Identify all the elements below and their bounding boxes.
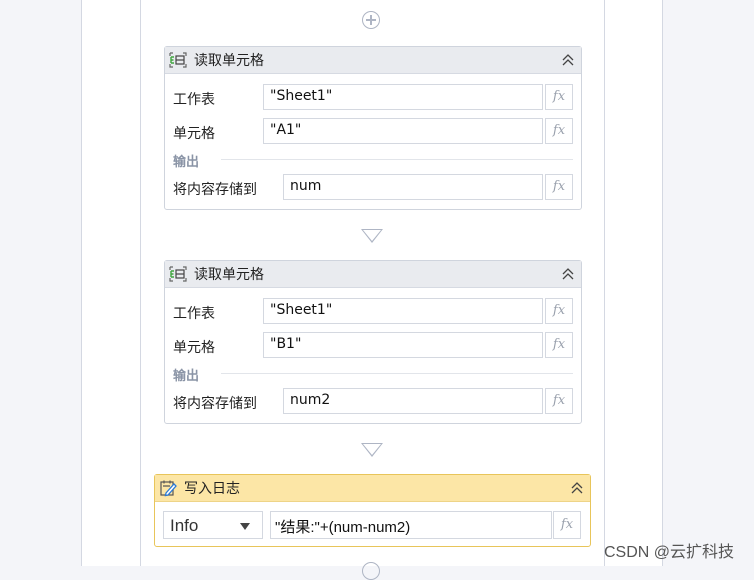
cell-row: 单元格 "A1" fx bbox=[173, 118, 573, 144]
output-section: 输出 bbox=[173, 151, 573, 169]
activity-header[interactable]: 写入日志 bbox=[155, 475, 590, 502]
expression-button[interactable]: fx bbox=[545, 332, 573, 358]
log-level-select[interactable]: Info bbox=[163, 511, 263, 539]
excel-read-cell-icon bbox=[169, 266, 187, 282]
divider bbox=[221, 159, 573, 160]
collapse-icon[interactable] bbox=[561, 267, 575, 281]
activity-header[interactable]: 读取单元格 bbox=[165, 261, 581, 288]
output-section-label: 输出 bbox=[173, 368, 200, 383]
cell-label: 单元格 bbox=[173, 125, 215, 141]
activity-title: 读取单元格 bbox=[194, 52, 264, 68]
read-cell-activity-1[interactable]: 读取单元格 工作表 "Sheet1" fx 单元格 "A1" fx 输出 将内容… bbox=[164, 46, 582, 210]
collapse-icon[interactable] bbox=[561, 53, 575, 67]
log-body: Info "结果:"+(num-num2) fx bbox=[155, 502, 590, 548]
cell-input[interactable]: "A1" bbox=[263, 118, 543, 144]
sheet-row: 工作表 "Sheet1" fx bbox=[173, 84, 573, 110]
flow-arrow-icon bbox=[361, 443, 383, 457]
activity-title: 读取单元格 bbox=[194, 266, 264, 282]
expression-button[interactable]: fx bbox=[545, 174, 573, 200]
store-label: 将内容存储到 bbox=[173, 181, 257, 197]
divider bbox=[221, 373, 573, 374]
cell-row: 单元格 "B1" fx bbox=[173, 332, 573, 358]
output-section: 输出 bbox=[173, 365, 573, 383]
sheet-input[interactable]: "Sheet1" bbox=[263, 84, 543, 110]
store-label: 将内容存储到 bbox=[173, 395, 257, 411]
write-log-activity[interactable]: 写入日志 Info "结果:"+(num-num2) fx bbox=[154, 474, 591, 547]
activity-title: 写入日志 bbox=[184, 480, 240, 496]
expression-button[interactable]: fx bbox=[545, 84, 573, 110]
store-variable-input[interactable]: num bbox=[283, 174, 543, 200]
expression-button[interactable]: fx bbox=[553, 511, 581, 539]
add-activity-icon[interactable] bbox=[362, 11, 380, 29]
expression-button[interactable]: fx bbox=[545, 298, 573, 324]
sheet-row: 工作表 "Sheet1" fx bbox=[173, 298, 573, 324]
collapse-icon[interactable] bbox=[570, 481, 584, 495]
sheet-input[interactable]: "Sheet1" bbox=[263, 298, 543, 324]
activity-header[interactable]: 读取单元格 bbox=[165, 47, 581, 74]
watermark: CSDN @云扩科技 bbox=[604, 544, 735, 561]
expression-button[interactable]: fx bbox=[545, 388, 573, 414]
add-activity-icon[interactable] bbox=[362, 562, 380, 580]
cell-input[interactable]: "B1" bbox=[263, 332, 543, 358]
store-row: 将内容存储到 num fx bbox=[173, 174, 573, 200]
excel-read-cell-icon bbox=[169, 52, 187, 68]
flow-arrow-icon bbox=[361, 229, 383, 243]
output-section-label: 输出 bbox=[173, 154, 200, 169]
chevron-down-icon bbox=[240, 523, 250, 530]
cell-label: 单元格 bbox=[173, 339, 215, 355]
store-row: 将内容存储到 num2 fx bbox=[173, 388, 573, 414]
log-message-input[interactable]: "结果:"+(num-num2) bbox=[270, 511, 552, 539]
sheet-label: 工作表 bbox=[173, 305, 215, 321]
write-log-icon bbox=[160, 480, 177, 497]
store-variable-input[interactable]: num2 bbox=[283, 388, 543, 414]
log-level-value: Info bbox=[170, 516, 199, 535]
expression-button[interactable]: fx bbox=[545, 118, 573, 144]
read-cell-activity-2[interactable]: 读取单元格 工作表 "Sheet1" fx 单元格 "B1" fx 输出 将内容… bbox=[164, 260, 582, 424]
sheet-label: 工作表 bbox=[173, 91, 215, 107]
